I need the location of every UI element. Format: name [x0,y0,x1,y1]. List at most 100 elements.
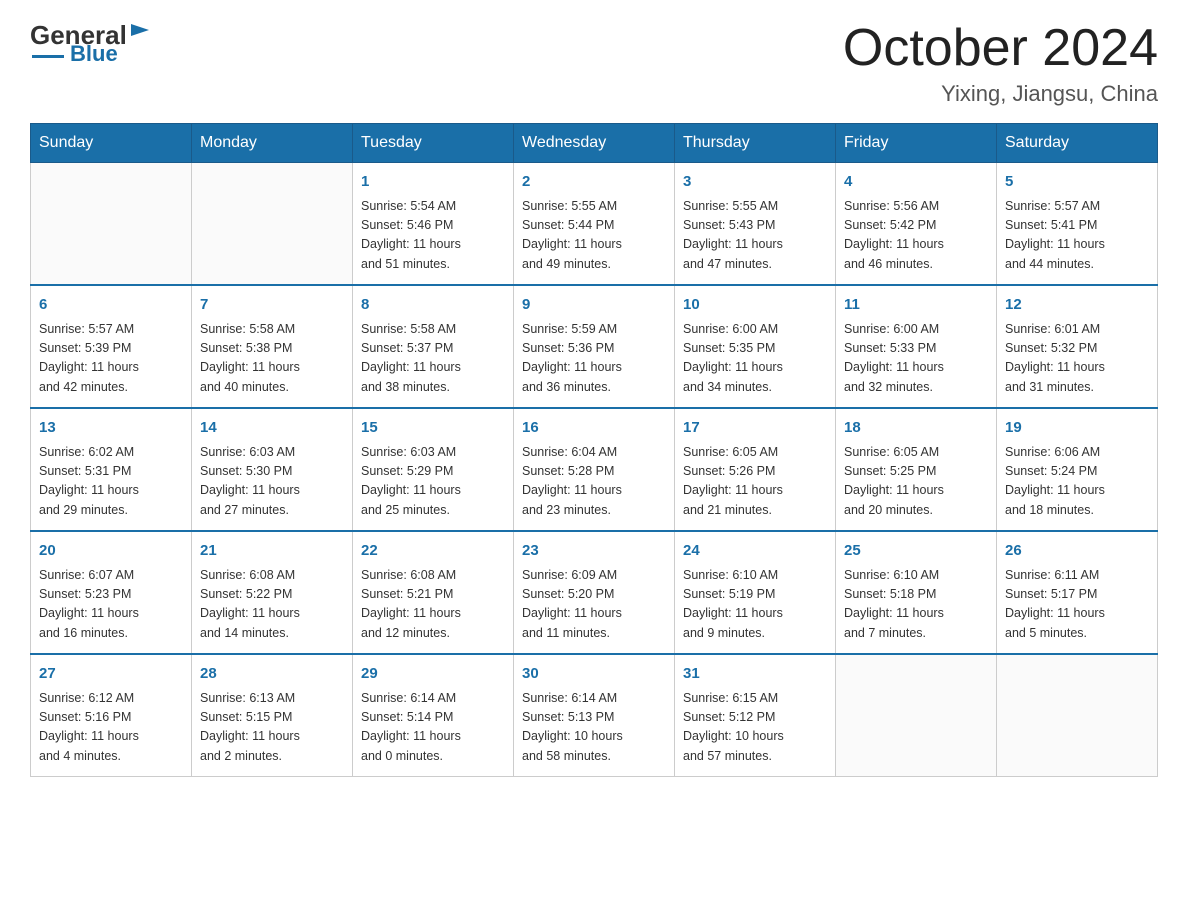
day-info: Sunrise: 5:54 AMSunset: 5:46 PMDaylight:… [361,197,505,275]
calendar-cell: 20Sunrise: 6:07 AMSunset: 5:23 PMDayligh… [31,531,192,654]
day-info: Sunrise: 5:55 AMSunset: 5:43 PMDaylight:… [683,197,827,275]
day-header-saturday: Saturday [997,124,1158,163]
day-number: 23 [522,540,666,563]
calendar-cell: 17 Sunrise: 6:05 AMSunset: 5:26 PMDayligh… [675,408,836,531]
calendar-cell: 30 Sunrise: 6:14 AMSunset: 5:13 PMDayligh… [514,654,675,777]
day-info: Sunrise: 6:01 AMSunset: 5:32 PMDaylight:… [1005,320,1149,398]
day-info: Sunrise: 6:03 AMSunset: 5:29 PMDaylight:… [361,443,505,521]
day-number: 22 [361,540,505,563]
logo-blue-text: Blue [70,41,118,67]
day-header-sunday: Sunday [31,124,192,163]
day-info: Sunrise: 6:06 AMSunset: 5:24 PMDaylight:… [1005,443,1149,521]
day-info: Sunrise: 5:58 AMSunset: 5:37 PMDaylight:… [361,320,505,398]
calendar-cell: 14 Sunrise: 6:03 AMSunset: 5:30 PMDayligh… [192,408,353,531]
day-header-tuesday: Tuesday [353,124,514,163]
calendar-week-row: 13Sunrise: 6:02 AMSunset: 5:31 PMDayligh… [31,408,1158,531]
calendar-cell: 8Sunrise: 5:58 AMSunset: 5:37 PMDaylight… [353,285,514,408]
day-header-monday: Monday [192,124,353,163]
logo-flag-icon [129,22,151,44]
day-number: 12 [1005,294,1149,317]
calendar-cell: 31 Sunrise: 6:15 AMSunset: 5:12 PMDayligh… [675,654,836,777]
calendar-cell: 2 Sunrise: 5:55 AMSunset: 5:44 PMDaylight… [514,163,675,286]
calendar-table: SundayMondayTuesdayWednesdayThursdayFrid… [30,123,1158,777]
day-info: Sunrise: 6:14 AMSunset: 5:13 PMDaylight:… [522,689,666,767]
day-number: 28 [200,663,344,686]
calendar-cell: 19 Sunrise: 6:06 AMSunset: 5:24 PMDayligh… [997,408,1158,531]
day-info: Sunrise: 5:55 AMSunset: 5:44 PMDaylight:… [522,197,666,275]
day-info: Sunrise: 5:57 AMSunset: 5:41 PMDaylight:… [1005,197,1149,275]
day-info: Sunrise: 6:05 AMSunset: 5:26 PMDaylight:… [683,443,827,521]
day-info: Sunrise: 6:08 AMSunset: 5:21 PMDaylight:… [361,566,505,644]
calendar-cell: 5 Sunrise: 5:57 AMSunset: 5:41 PMDaylight… [997,163,1158,286]
day-header-wednesday: Wednesday [514,124,675,163]
day-info: Sunrise: 6:10 AMSunset: 5:19 PMDaylight:… [683,566,827,644]
day-number: 31 [683,663,827,686]
day-info: Sunrise: 6:03 AMSunset: 5:30 PMDaylight:… [200,443,344,521]
calendar-cell: 3Sunrise: 5:55 AMSunset: 5:43 PMDaylight… [675,163,836,286]
calendar-cell: 4 Sunrise: 5:56 AMSunset: 5:42 PMDaylight… [836,163,997,286]
day-number: 11 [844,294,988,317]
day-info: Sunrise: 6:13 AMSunset: 5:15 PMDaylight:… [200,689,344,767]
day-number: 29 [361,663,505,686]
page-header: General Blue October 2024 Yixing, Jiangs… [30,20,1158,107]
calendar-cell: 12 Sunrise: 6:01 AMSunset: 5:32 PMDayligh… [997,285,1158,408]
calendar-cell: 24Sunrise: 6:10 AMSunset: 5:19 PMDayligh… [675,531,836,654]
calendar-cell: 7 Sunrise: 5:58 AMSunset: 5:38 PMDaylight… [192,285,353,408]
day-info: Sunrise: 5:57 AMSunset: 5:39 PMDaylight:… [39,320,183,398]
calendar-cell: 10Sunrise: 6:00 AMSunset: 5:35 PMDayligh… [675,285,836,408]
calendar-cell [31,163,192,286]
calendar-cell: 29 Sunrise: 6:14 AMSunset: 5:14 PMDayligh… [353,654,514,777]
calendar-title-area: October 2024 Yixing, Jiangsu, China [843,20,1158,107]
day-info: Sunrise: 6:09 AMSunset: 5:20 PMDaylight:… [522,566,666,644]
calendar-cell: 18 Sunrise: 6:05 AMSunset: 5:25 PMDayligh… [836,408,997,531]
day-info: Sunrise: 6:11 AMSunset: 5:17 PMDaylight:… [1005,566,1149,644]
day-info: Sunrise: 6:12 AMSunset: 5:16 PMDaylight:… [39,689,183,767]
day-number: 7 [200,294,344,317]
calendar-week-row: 20Sunrise: 6:07 AMSunset: 5:23 PMDayligh… [31,531,1158,654]
day-number: 10 [683,294,827,317]
day-info: Sunrise: 6:15 AMSunset: 5:12 PMDaylight:… [683,689,827,767]
day-number: 18 [844,417,988,440]
day-header-friday: Friday [836,124,997,163]
calendar-header-row: SundayMondayTuesdayWednesdayThursdayFrid… [31,124,1158,163]
calendar-cell: 9Sunrise: 5:59 AMSunset: 5:36 PMDaylight… [514,285,675,408]
calendar-cell: 1Sunrise: 5:54 AMSunset: 5:46 PMDaylight… [353,163,514,286]
day-info: Sunrise: 6:08 AMSunset: 5:22 PMDaylight:… [200,566,344,644]
day-info: Sunrise: 6:04 AMSunset: 5:28 PMDaylight:… [522,443,666,521]
day-info: Sunrise: 6:05 AMSunset: 5:25 PMDaylight:… [844,443,988,521]
day-number: 30 [522,663,666,686]
calendar-cell: 26Sunrise: 6:11 AMSunset: 5:17 PMDayligh… [997,531,1158,654]
month-title: October 2024 [843,20,1158,77]
day-number: 27 [39,663,183,686]
calendar-cell: 11Sunrise: 6:00 AMSunset: 5:33 PMDayligh… [836,285,997,408]
day-number: 15 [361,417,505,440]
calendar-cell: 27 Sunrise: 6:12 AMSunset: 5:16 PMDayligh… [31,654,192,777]
day-info: Sunrise: 5:56 AMSunset: 5:42 PMDaylight:… [844,197,988,275]
calendar-cell: 28 Sunrise: 6:13 AMSunset: 5:15 PMDayligh… [192,654,353,777]
day-info: Sunrise: 6:07 AMSunset: 5:23 PMDaylight:… [39,566,183,644]
calendar-cell [192,163,353,286]
location-subtitle: Yixing, Jiangsu, China [843,81,1158,107]
day-number: 4 [844,171,988,194]
day-number: 5 [1005,171,1149,194]
calendar-cell: 16 Sunrise: 6:04 AMSunset: 5:28 PMDayligh… [514,408,675,531]
day-number: 2 [522,171,666,194]
day-header-thursday: Thursday [675,124,836,163]
day-number: 17 [683,417,827,440]
day-number: 19 [1005,417,1149,440]
calendar-cell: 6 Sunrise: 5:57 AMSunset: 5:39 PMDaylight… [31,285,192,408]
day-number: 21 [200,540,344,563]
calendar-cell: 13Sunrise: 6:02 AMSunset: 5:31 PMDayligh… [31,408,192,531]
day-number: 16 [522,417,666,440]
day-info: Sunrise: 6:02 AMSunset: 5:31 PMDaylight:… [39,443,183,521]
calendar-cell: 21 Sunrise: 6:08 AMSunset: 5:22 PMDayligh… [192,531,353,654]
day-info: Sunrise: 6:14 AMSunset: 5:14 PMDaylight:… [361,689,505,767]
calendar-cell: 22 Sunrise: 6:08 AMSunset: 5:21 PMDayligh… [353,531,514,654]
day-number: 6 [39,294,183,317]
calendar-week-row: 1Sunrise: 5:54 AMSunset: 5:46 PMDaylight… [31,163,1158,286]
calendar-cell [836,654,997,777]
calendar-cell: 15 Sunrise: 6:03 AMSunset: 5:29 PMDayligh… [353,408,514,531]
day-info: Sunrise: 5:58 AMSunset: 5:38 PMDaylight:… [200,320,344,398]
calendar-cell: 23 Sunrise: 6:09 AMSunset: 5:20 PMDayligh… [514,531,675,654]
day-number: 14 [200,417,344,440]
